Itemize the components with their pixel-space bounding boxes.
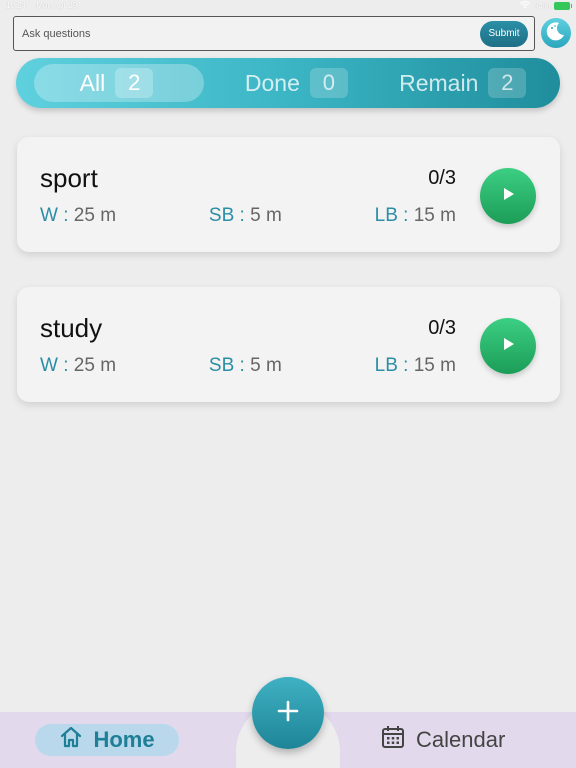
battery-icon [554, 2, 572, 10]
work-duration: W : 25 m [40, 205, 117, 226]
nav-tab-label: Home [93, 727, 155, 752]
nav-tab-label: Calendar [416, 727, 506, 752]
plus-icon [276, 699, 300, 728]
short-break-value: 5 m [250, 205, 282, 226]
long-break-duration: LB : 15 m [374, 355, 456, 376]
short-break-duration: SB : 5 m [208, 355, 282, 376]
ask-input[interactable] [22, 27, 480, 40]
work-key: W [40, 205, 58, 226]
short-break-value: 5 m [250, 355, 282, 376]
dark-mode-toggle[interactable] [541, 18, 571, 48]
long-break-duration: LB : 15 m [374, 205, 456, 226]
battery-percent: 64% [533, 1, 550, 11]
task-name: sport [40, 163, 98, 193]
work-duration: W : 25 m [40, 355, 117, 376]
work-key: W [40, 355, 58, 376]
play-button[interactable] [480, 168, 536, 224]
task-durations: W : 25 m SB : 5 m LB : 15 m [40, 355, 456, 377]
status-date: Mon Apr 29 [36, 1, 78, 10]
play-button[interactable] [480, 318, 536, 374]
short-break-key: SB [208, 355, 235, 376]
nav-tab-calendar[interactable]: Calendar [380, 724, 505, 756]
home-icon [59, 725, 83, 755]
short-break-key: SB [208, 205, 235, 226]
filter-tab-all[interactable]: All 2 [33, 64, 204, 102]
calendar-icon [380, 724, 406, 756]
long-break-key: LB [374, 355, 398, 376]
wifi-icon [519, 1, 530, 11]
filter-tab-remain[interactable]: Remain 2 [387, 64, 542, 102]
long-break-value: 15 m [413, 355, 456, 376]
work-value: 25 m [73, 205, 117, 226]
long-break-value: 15 m [413, 205, 456, 226]
filter-bar: All 2 Done 0 Remain 2 [16, 58, 560, 108]
long-break-key: LB [374, 205, 398, 226]
task-card-sport[interactable]: sport 0/3 W : 25 m SB : 5 m LB : 15 m [17, 137, 560, 252]
add-task-button[interactable] [252, 677, 324, 749]
status-time: 10:24 [6, 1, 27, 10]
play-icon [500, 186, 516, 207]
task-name: study [40, 313, 103, 343]
submit-button[interactable]: Submit [480, 20, 528, 47]
task-progress: 0/3 [428, 317, 456, 339]
task-card-study[interactable]: study 0/3 W : 25 m SB : 5 m LB : 15 m [17, 287, 560, 402]
play-icon [500, 336, 516, 357]
ask-bar: Submit [13, 16, 535, 51]
filter-tab-label: All [79, 69, 106, 96]
filter-tab-done[interactable]: Done 0 [227, 64, 364, 102]
short-break-duration: SB : 5 m [208, 205, 282, 226]
status-bar: 10:24 Mon Apr 29 64% [0, 0, 576, 12]
filter-count: 2 [115, 68, 154, 98]
moon-icon [545, 20, 567, 47]
filter-tab-label: Done [244, 69, 300, 96]
nav-tab-home[interactable]: Home [35, 724, 179, 756]
task-progress: 0/3 [428, 167, 456, 189]
task-durations: W : 25 m SB : 5 m LB : 15 m [40, 205, 456, 227]
filter-count: 2 [488, 68, 527, 98]
filter-count: 0 [309, 68, 348, 98]
filter-tab-label: Remain [399, 69, 479, 96]
work-value: 25 m [73, 355, 117, 376]
